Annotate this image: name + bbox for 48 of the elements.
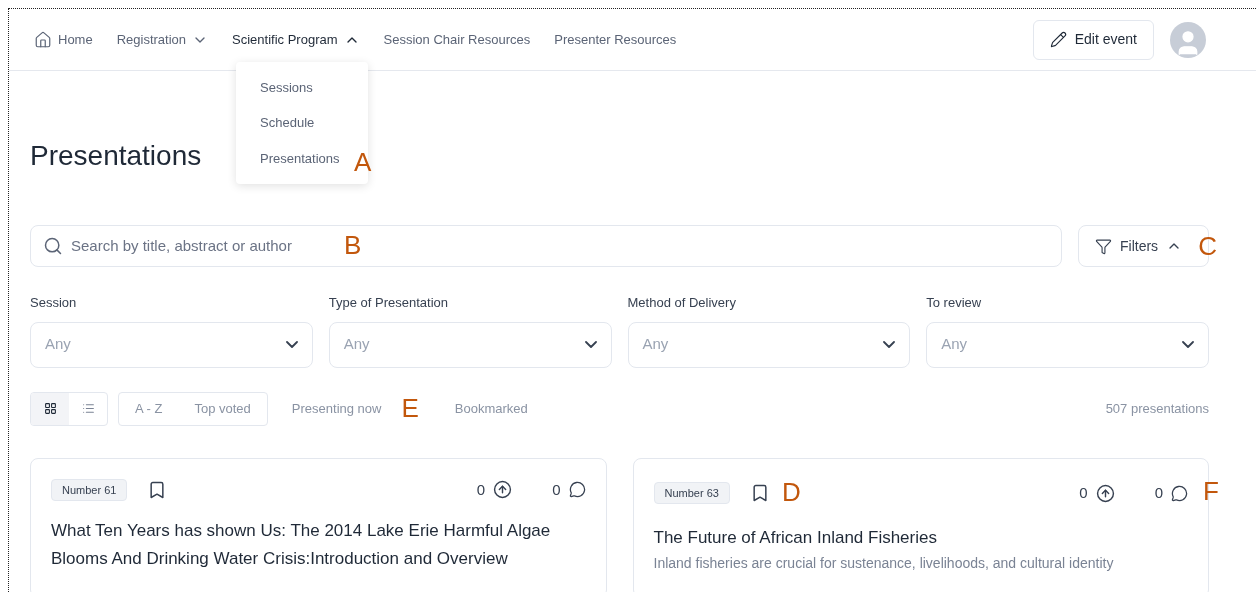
sort-option[interactable]: Top voted: [194, 398, 251, 419]
nav-item[interactable]: Session Chair Resources: [383, 29, 531, 50]
annotation-letter: B: [344, 229, 362, 260]
filter-icon: [1095, 237, 1112, 255]
upvote-icon[interactable]: [1095, 483, 1115, 503]
number-tag: Number 61: [51, 478, 128, 501]
search-icon: [43, 236, 63, 256]
vote-count: 0: [1079, 482, 1088, 503]
menu-item[interactable]: Schedule: [236, 105, 369, 141]
page-title: Presentations: [30, 139, 202, 173]
comment-icon[interactable]: [1171, 484, 1188, 502]
comment-count: 0: [1154, 482, 1163, 503]
annotation-letter: A: [354, 147, 372, 178]
number-tag: Number 63: [653, 481, 730, 505]
chevron-down-icon: [1182, 341, 1194, 348]
list-icon: [81, 402, 95, 415]
nav-item[interactable]: Registration: [116, 29, 209, 50]
search-field[interactable]: Search by title, abstract or author: [71, 234, 316, 258]
grid-view-button[interactable]: [31, 392, 69, 425]
filter-label: Method of Delivery: [627, 294, 737, 312]
comment-icon[interactable]: [568, 481, 586, 499]
annotation-letter: D: [781, 476, 801, 507]
presentation-abstract: Inland fisheries are crucial for sustenance, livelihoods, and cultural identity: [653, 553, 1115, 573]
upvote-icon[interactable]: [493, 480, 513, 500]
presentation-title[interactable]: What Ten Years has shown Us: The 2014 Lake Erie Harmful Algae Blooms And Drinking Water Crisis:Introduction and Overview: [51, 517, 586, 573]
presentation-title[interactable]: The Future of African Inland Fisheries: [653, 523, 1188, 552]
nav-item[interactable]: Home: [34, 29, 93, 50]
chevron-down-icon: [883, 341, 896, 348]
grid-icon: [43, 402, 57, 415]
vote-count: 0: [476, 479, 486, 500]
sort-option[interactable]: A - Z: [135, 398, 163, 419]
chevron-down-icon: [285, 341, 298, 348]
home-icon: [34, 30, 52, 49]
pencil-icon: [1049, 31, 1067, 48]
menu-item[interactable]: Sessions: [236, 69, 369, 106]
comment-count: 0: [552, 479, 561, 500]
chevron-down-icon: [584, 341, 597, 348]
annotation-letter: F: [1203, 475, 1219, 506]
annotation-letter: E: [401, 392, 419, 423]
nav-item[interactable]: Presenter Resources: [554, 29, 677, 50]
nav-item[interactable]: Scientific Program: [232, 29, 360, 50]
tab[interactable]: Bookmarked: [454, 398, 528, 419]
filter-label: Type of Presentation: [328, 294, 449, 312]
result-count: 507 presentations: [1105, 399, 1209, 418]
filter-label: To review: [926, 294, 983, 312]
edit-event-button[interactable]: Edit event: [1032, 19, 1154, 60]
tab[interactable]: Presenting now: [291, 398, 382, 419]
filter-label: Session: [30, 294, 78, 312]
